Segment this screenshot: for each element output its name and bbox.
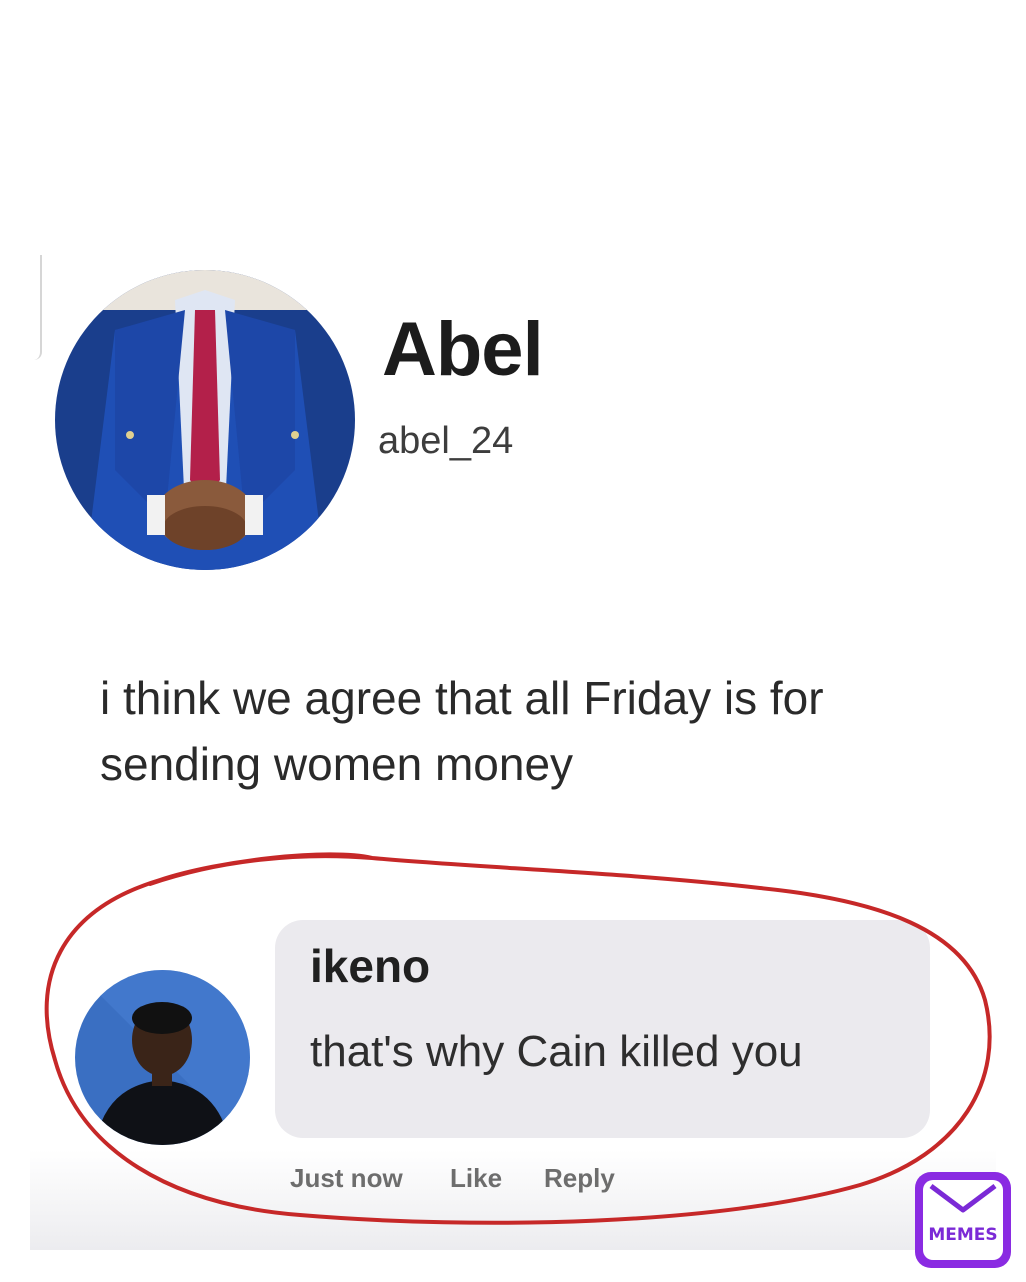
memes-watermark-label: MEMES	[928, 1225, 998, 1245]
author-handle[interactable]: abel_24	[378, 422, 513, 460]
comment-timestamp: Just now	[290, 1163, 403, 1193]
card-edge-divider	[30, 255, 42, 360]
commenter-name[interactable]: ikeno	[310, 943, 430, 989]
person-photo-icon	[75, 970, 250, 1145]
author-name[interactable]: Abel	[382, 312, 544, 388]
memes-badge-inner: MEMES	[923, 1180, 1003, 1260]
commenter-avatar[interactable]	[75, 970, 250, 1145]
comment-text: that's why Cain killed you	[310, 1027, 803, 1076]
post-body-text: i think we agree that all Friday is for …	[100, 672, 824, 790]
like-button[interactable]: Like	[450, 1165, 502, 1191]
author-avatar[interactable]	[55, 270, 355, 570]
suit-photo-icon	[55, 270, 355, 570]
envelope-icon	[929, 1184, 997, 1213]
memes-watermark-badge[interactable]: MEMES	[915, 1172, 1011, 1268]
reply-button[interactable]: Reply	[544, 1165, 615, 1191]
comment-footer-shade	[30, 1150, 996, 1250]
